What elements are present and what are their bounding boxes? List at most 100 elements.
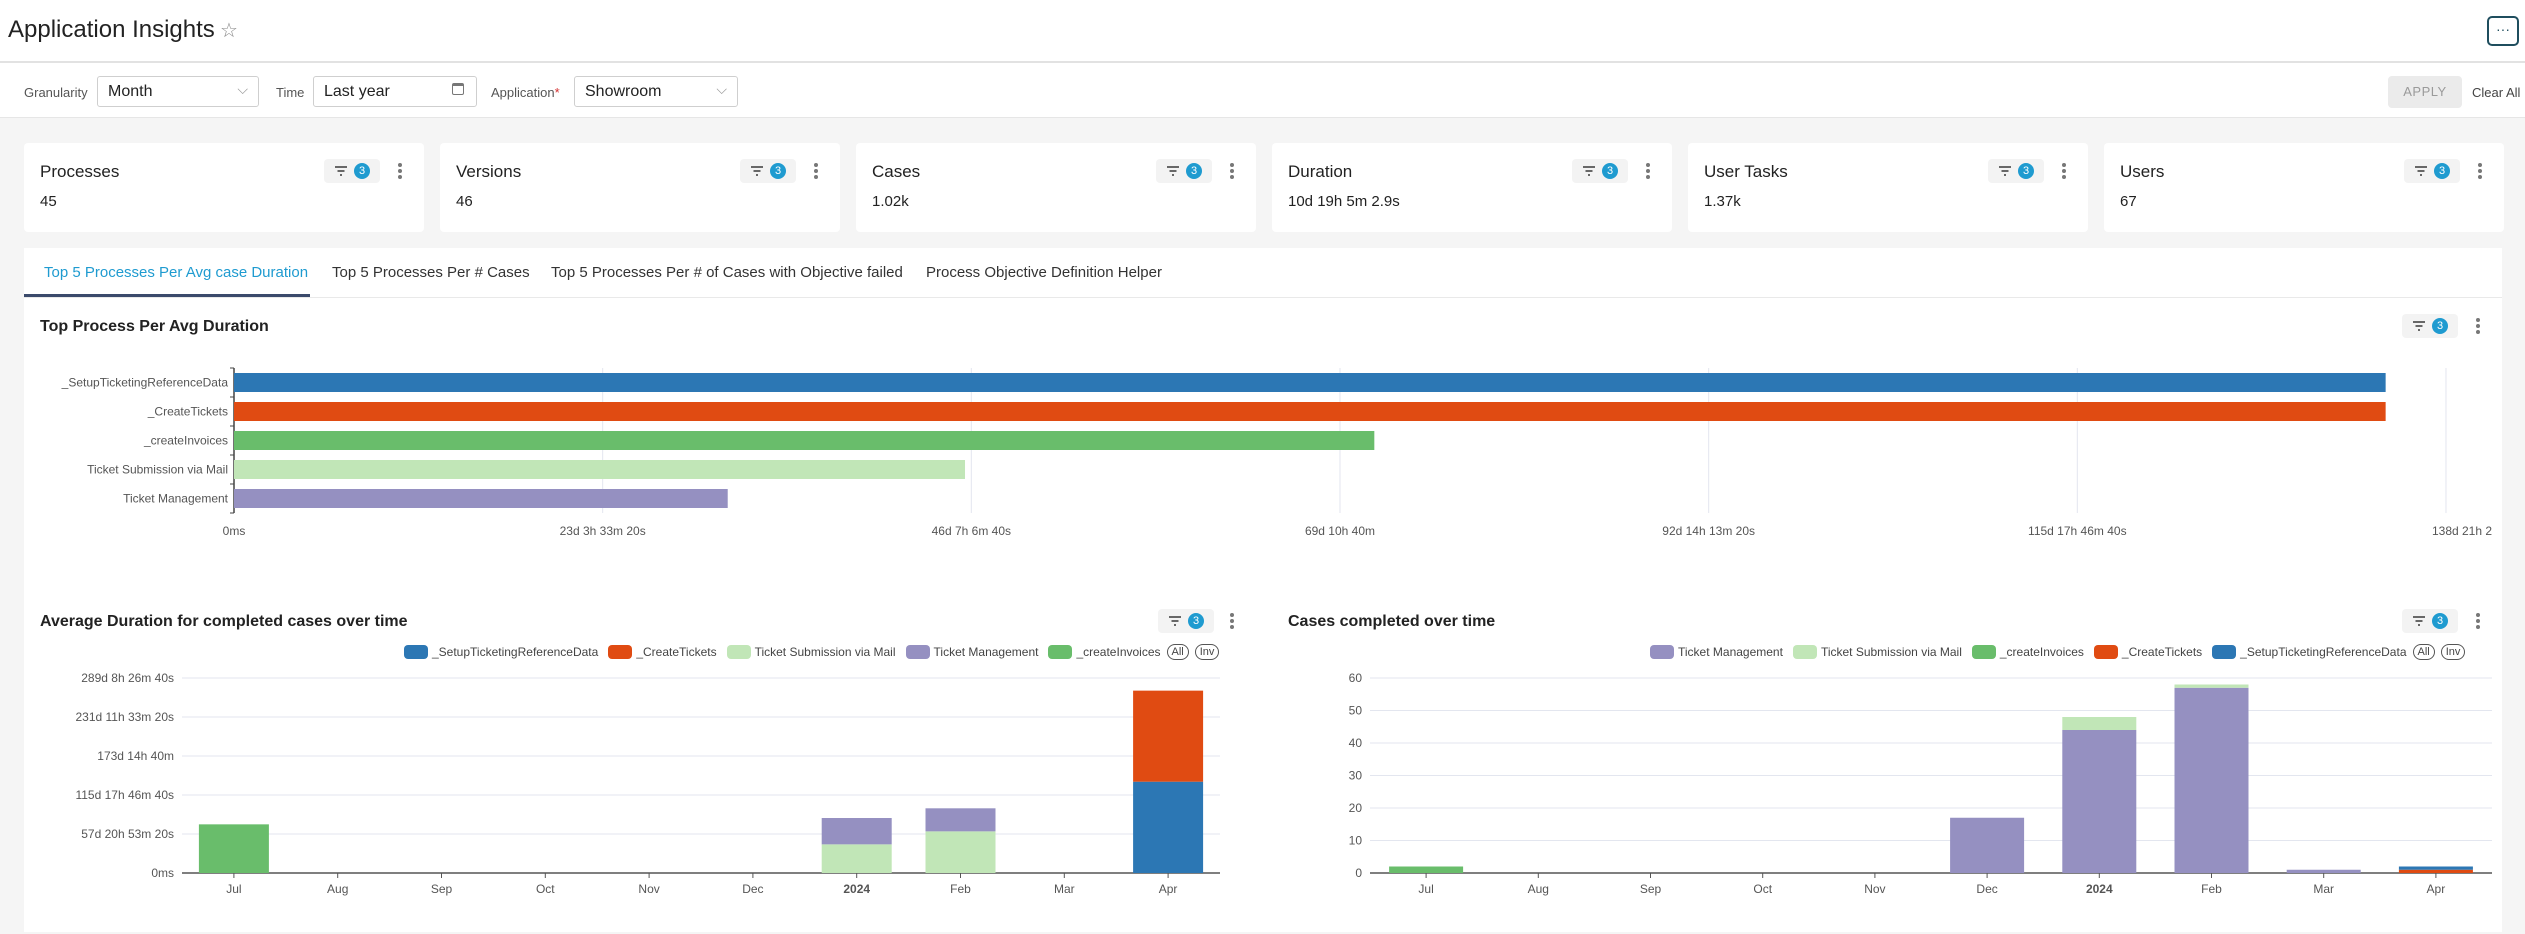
x-tick-label: 69d 10h 40m [1305,524,1375,538]
favorite-star-icon[interactable]: ☆ [220,18,238,43]
application-label: Application* [491,85,560,100]
bar-segment [1133,690,1204,782]
chart-title-avg-duration: Top Process Per Avg Duration [40,318,269,335]
granularity-select[interactable]: Month ⌵ [97,76,259,107]
filter-icon [1583,166,1595,176]
bar-segment [925,808,996,832]
card-menu-kebab-icon[interactable] [812,161,820,181]
card-menu-kebab-icon[interactable] [2060,161,2068,181]
card-menu-kebab-icon[interactable] [1228,161,1236,181]
card-menu-kebab-icon[interactable] [1644,161,1652,181]
bar-segment [821,844,892,873]
page-scrollbar[interactable] [2502,248,2525,932]
tab-objective-helper[interactable]: Process Objective Definition Helper [926,264,1162,281]
bar-segment [198,824,269,873]
x-tick-label: 2024 [843,882,870,896]
card-title: Processes [40,162,120,181]
card-filter-button[interactable]: 3 [1572,159,1628,183]
y-tick-label: 50 [1349,704,1363,718]
filter-count-badge: 3 [2018,163,2034,179]
time-value: Last year [324,83,390,100]
y-tick-label: 115d 17h 46m 40s [75,788,174,802]
active-tab-indicator [24,294,310,297]
tab-avg-case-duration[interactable]: Top 5 Processes Per Avg case Duration [44,264,308,281]
kpi-card-user-tasks: User Tasks 1.37k 3 [1688,143,2088,232]
filter-icon [2413,616,2425,626]
x-tick-label: Apr [1159,882,1178,896]
calendar-icon [452,83,464,95]
bar-segment [2174,687,2249,873]
card-filter-button[interactable]: 3 [1988,159,2044,183]
x-tick-label: 138d 21h 2 [2432,524,2492,538]
card-title: Duration [1288,162,1353,181]
bar-segment [2062,717,2137,730]
tab-objective-failed[interactable]: Top 5 Processes Per # of Cases with Obje… [551,264,903,281]
x-tick-label: 23d 3h 33m 20s [560,524,646,538]
filter-count-badge: 3 [770,163,786,179]
tab-cases[interactable]: Top 5 Processes Per # Cases [332,264,530,281]
x-tick-label: Feb [950,882,971,896]
x-tick-label: Nov [638,882,659,896]
filter-icon [751,166,763,176]
filter-icon [1999,166,2011,176]
application-label-text: Application [491,85,555,100]
card-menu-kebab-icon[interactable] [2476,161,2484,181]
y-tick-label: 0ms [151,866,174,880]
x-tick-label: Nov [1864,882,1885,896]
insights-panel: Top 5 Processes Per Avg case Duration To… [24,248,2502,932]
card-filter-button[interactable]: 3 [2404,159,2460,183]
y-tick-label: 20 [1349,801,1363,815]
y-tick-label: 173d 14h 40m [97,749,174,763]
y-tick-label: 289d 8h 26m 40s [81,671,174,685]
chevron-down-icon: ⌵ [716,81,727,97]
chart-filter-button[interactable]: 3 [2402,314,2458,338]
chart-menu-kebab-icon[interactable] [1228,611,1236,631]
chart-filter-button[interactable]: 3 [2402,609,2458,633]
chart-menu-kebab-icon[interactable] [2474,611,2482,631]
bar [234,460,966,479]
page-header: Application Insights ☆ ··· [0,0,2525,63]
x-tick-label: Jul [1418,882,1433,896]
clear-all-button[interactable]: Clear All [2472,85,2520,100]
x-tick-label: Aug [327,882,348,896]
card-filter-button[interactable]: 3 [324,159,380,183]
y-tick-label: 30 [1349,769,1363,783]
legend-label: _SetupTicketingReferenceData [432,644,599,659]
card-menu-kebab-icon[interactable] [396,161,404,181]
chart-title-avg-duration-over-time: Average Duration for completed cases ove… [40,613,408,630]
bar-segment [821,818,892,845]
filter-count-badge: 3 [1188,613,1204,629]
legend-label: Ticket Submission via Mail [754,644,896,659]
bar-segment [2398,866,2473,870]
legend-label: Ticket Management [1678,644,1783,659]
granularity-label: Granularity [24,85,88,100]
x-tick-label: Dec [1976,882,1997,896]
y-tick-label: 0 [1355,866,1362,880]
x-tick-label: Dec [742,882,763,896]
application-select[interactable]: Showroom ⌵ [574,76,738,107]
chart-menu-kebab-icon[interactable] [2474,316,2482,336]
tab-bar: Top 5 Processes Per Avg case Duration To… [24,248,2502,298]
legend-label: Ticket Management [933,644,1039,659]
chart-filter-button[interactable]: 3 [1158,609,1214,633]
card-filter-button[interactable]: 3 [740,159,796,183]
y-tick-label: Ticket Submission via Mail [87,463,228,477]
bar-segment [925,831,996,873]
filter-bar: Granularity Month ⌵ Time Last year Appli… [0,63,2525,118]
x-tick-label: Feb [2201,882,2222,896]
legend-label: _CreateTickets [636,644,717,659]
x-tick-label: Mar [2313,882,2334,896]
more-options-button[interactable]: ··· [2487,16,2519,46]
bar-segment [1133,781,1204,873]
filter-icon [2415,166,2427,176]
y-tick-label: _CreateTickets [147,405,228,419]
time-select[interactable]: Last year [313,76,477,107]
card-filter-button[interactable]: 3 [1156,159,1212,183]
x-tick-label: Oct [1753,882,1772,896]
filter-icon [1169,616,1181,626]
apply-button[interactable]: APPLY [2388,76,2462,108]
card-value: 45 [40,193,57,210]
card-value: 1.02k [872,193,909,210]
y-tick-label: 231d 11h 33m 20s [75,710,174,724]
legend-label: _SetupTicketingReferenceData [2240,644,2407,659]
